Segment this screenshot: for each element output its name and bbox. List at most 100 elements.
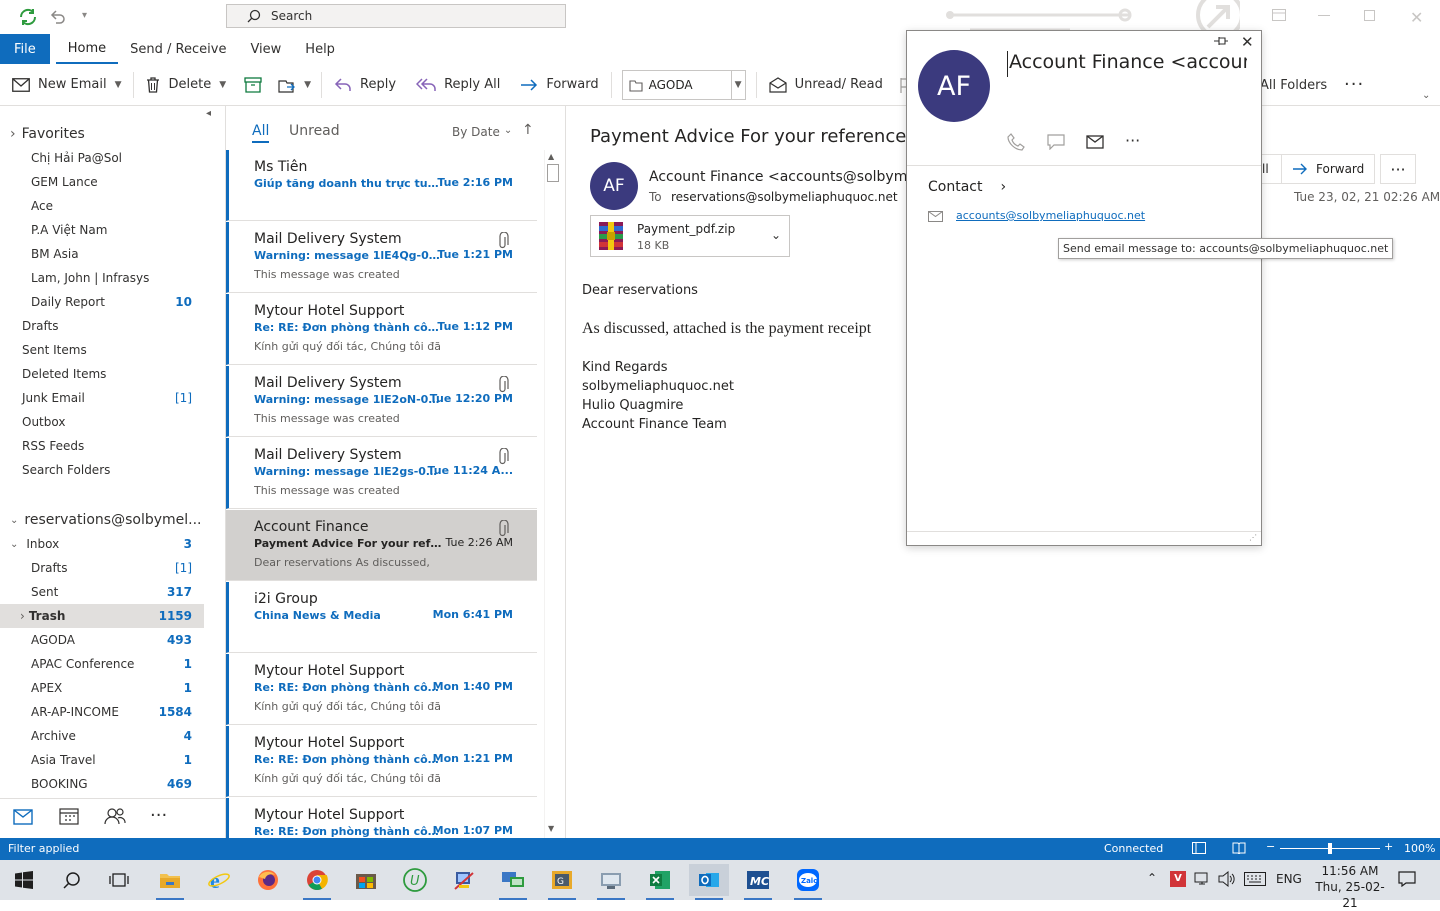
remote-app-icon[interactable] (591, 864, 631, 900)
chrome-icon[interactable] (297, 864, 337, 900)
remote-desktop-icon[interactable] (493, 864, 533, 900)
message-item[interactable]: Mytour Hotel Support Re: RE: Đơn phòng th… (226, 726, 537, 797)
volume-tray-icon[interactable] (1218, 871, 1236, 887)
chevron-down-icon[interactable]: ▼ (115, 80, 122, 90)
mc-app-icon[interactable]: MC (738, 864, 778, 900)
zalo-icon[interactable]: Zalo (788, 864, 828, 900)
chat-icon[interactable] (1047, 134, 1065, 150)
sort-by-date[interactable]: By Date ⌄ (452, 125, 512, 139)
restore-icon[interactable] (1364, 10, 1375, 21)
collapse-folder-pane-icon[interactable]: ◂ (206, 108, 211, 119)
minimize-icon[interactable] (1318, 15, 1330, 16)
zoom-slider-thumb[interactable] (1328, 843, 1332, 854)
message-item[interactable]: Ms Tiên Giúp tăng doanh thu trực tuyến v.… (226, 150, 537, 221)
scroll-down-icon[interactable]: ▼ (548, 824, 554, 833)
more-commands-icon[interactable]: ··· (1344, 74, 1364, 95)
keyboard-tray-icon[interactable] (1244, 872, 1266, 886)
folder-item[interactable]: BM Asia (0, 242, 204, 266)
zoom-in-button[interactable]: + (1384, 840, 1393, 853)
folder-item[interactable]: Daily Report 10 (0, 290, 204, 314)
zoom-out-button[interactable]: − (1266, 840, 1275, 853)
reply-all-button[interactable]: Reply All (406, 64, 510, 105)
start-windows-icon[interactable] (4, 864, 44, 896)
message-item[interactable]: Mytour Hotel Support Re: RE: Đơn phòng th… (226, 294, 537, 365)
folder-item[interactable]: RSS Feeds (0, 434, 204, 458)
tab-home[interactable]: Home (55, 34, 119, 64)
firefox-icon[interactable] (248, 864, 288, 896)
archive-button[interactable] (236, 64, 270, 105)
folder-item[interactable]: Deleted Items (0, 362, 204, 386)
contact-section-header[interactable]: Contact › (928, 179, 1006, 195)
ribbon-display-options-icon[interactable] (1272, 9, 1286, 21)
internet-explorer-icon[interactable]: e (199, 864, 239, 896)
send-receive-all-icon[interactable] (18, 8, 38, 26)
zoom-level[interactable]: 100% (1404, 842, 1435, 855)
zoom-slider[interactable] (1280, 843, 1380, 854)
task-view-icon[interactable] (99, 864, 139, 896)
sender-avatar[interactable]: AF (590, 162, 638, 210)
file-explorer-icon[interactable] (150, 864, 190, 900)
sender-name[interactable]: Account Finance <accounts@solbymeli (649, 169, 924, 185)
show-hidden-icons-icon[interactable]: ⌃ (1147, 871, 1157, 885)
folder-item[interactable]: Lam, John | Infrasys (0, 266, 204, 290)
close-window-icon[interactable]: ✕ (1410, 8, 1423, 27)
search-icon[interactable] (52, 864, 92, 896)
tab-view[interactable]: View (238, 34, 293, 64)
more-apps-icon[interactable]: ··· (150, 805, 167, 826)
unread-read-button[interactable]: Unread/ Read (759, 64, 893, 105)
new-email-button[interactable]: New Email ▼ (0, 64, 131, 105)
folder-item[interactable]: › Trash 1159 (0, 604, 204, 628)
filter-unread-tab[interactable]: Unread (289, 123, 340, 139)
scroll-up-icon[interactable]: ▲ (548, 152, 554, 161)
undo-icon[interactable] (50, 9, 66, 25)
folder-item[interactable]: Sent Items (0, 338, 204, 362)
close-card-icon[interactable]: ✕ (1241, 33, 1254, 51)
reading-forward-button[interactable]: Forward (1281, 154, 1375, 184)
outlook-icon[interactable] (689, 864, 729, 900)
delete-button[interactable]: Delete ▼ (136, 64, 236, 105)
tab-help[interactable]: Help (293, 34, 347, 64)
attachment-card[interactable]: Payment_pdf.zip 18 KB ⌄ (590, 215, 790, 257)
email-contact-icon[interactable] (1086, 135, 1104, 149)
contact-email-link[interactable]: accounts@solbymeliaphuquoc.net (956, 209, 1145, 222)
message-item[interactable]: Mytour Hotel Support Re: RE: Đơn phòng th… (226, 654, 537, 725)
folder-item[interactable]: AR-AP-INCOME 1584 (0, 700, 204, 724)
utorrent-icon[interactable]: U (395, 864, 435, 896)
folder-item[interactable]: Drafts (0, 314, 204, 338)
reply-button[interactable]: Reply (324, 64, 406, 105)
chevron-down-icon[interactable]: ⌄ (771, 228, 781, 242)
excel-icon[interactable] (640, 864, 680, 900)
filter-all-tab[interactable]: All (252, 123, 270, 143)
message-item[interactable]: Mytour Hotel Support Re: RE: Đơn phòng th… (226, 798, 537, 838)
folder-item[interactable]: Junk Email [1] (0, 386, 204, 410)
more-options-icon[interactable]: ··· (1125, 131, 1140, 150)
antivirus-tray-icon[interactable]: V (1170, 871, 1186, 887)
calendar-icon[interactable] (59, 807, 79, 825)
message-item[interactable]: Mail Delivery System Warning: message 1lE… (226, 438, 537, 509)
tab-file[interactable]: File (0, 34, 50, 64)
message-list-scrollbar[interactable]: ▲ ▼ (544, 150, 560, 838)
all-folders-button[interactable]: All Folders (1256, 64, 1331, 106)
account-header[interactable]: ⌄ reservations@solbymel... (0, 508, 204, 532)
search-box[interactable]: Search (226, 4, 566, 28)
forward-button[interactable]: Forward (510, 64, 608, 105)
folder-inbox[interactable]: ⌄ Inbox 3 (0, 532, 204, 556)
folder-item[interactable]: Asia Travel 1 (0, 748, 204, 772)
folder-item[interactable]: Search Folders (0, 458, 204, 482)
folder-item[interactable]: APEX 1 (0, 676, 204, 700)
more-actions-icon[interactable]: ··· (1380, 154, 1416, 184)
resize-grip-icon[interactable]: ⋰ (1249, 533, 1257, 542)
folder-item[interactable]: Outbox (0, 410, 204, 434)
folder-item[interactable]: GEM Lance (0, 170, 204, 194)
ms-store-icon[interactable] (346, 864, 386, 896)
folder-item[interactable]: BOOKING 469 (0, 772, 204, 796)
input-language[interactable]: ENG (1276, 872, 1302, 886)
message-item[interactable]: Account Finance Payment Advice For your r… (226, 510, 537, 581)
folder-item[interactable]: Ace (0, 194, 204, 218)
hotel-system-icon[interactable]: G (542, 864, 582, 900)
message-item[interactable]: Mail Delivery System Warning: message 1lE… (226, 222, 537, 293)
folder-item[interactable]: Archive 4 (0, 724, 204, 748)
expand-ribbon-icon[interactable]: ⌄ (1422, 90, 1430, 101)
pin-icon[interactable] (1213, 35, 1229, 47)
scrollbar-thumb[interactable] (547, 164, 559, 182)
